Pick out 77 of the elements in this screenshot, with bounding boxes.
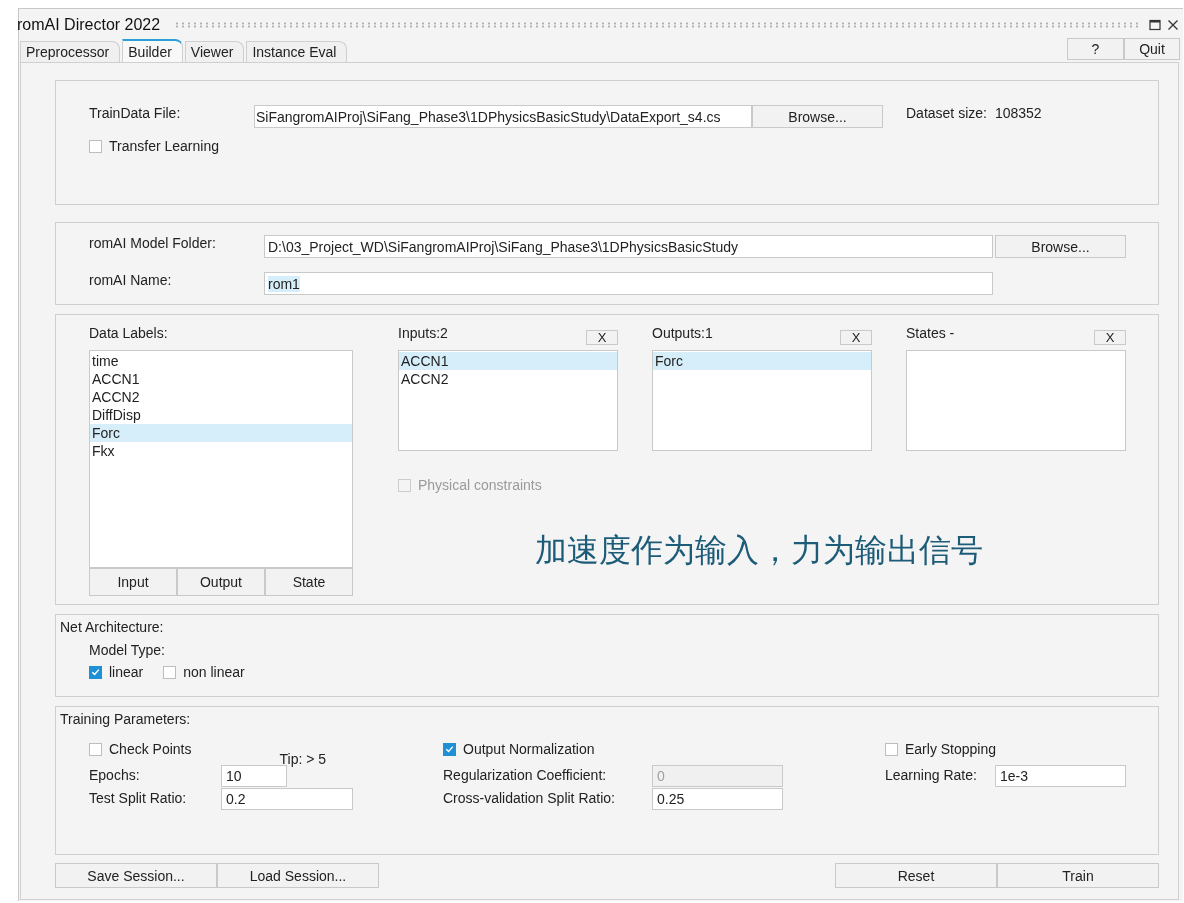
parameter-field[interactable]: 0.25 [652, 788, 783, 810]
field-label: Learning Rate: [885, 766, 978, 783]
assign-button[interactable]: Input [89, 568, 177, 596]
list-item[interactable]: ACCN2 [399, 370, 617, 388]
clear-button[interactable]: X [586, 330, 618, 345]
model-type-checkbox[interactable]: non linear [163, 664, 245, 680]
tab[interactable]: Viewer [184, 41, 245, 62]
checkbox-label: linear [109, 664, 144, 680]
list-item[interactable]: time [90, 352, 352, 370]
checkbox[interactable] [885, 742, 898, 756]
checked-checkbox[interactable] [89, 665, 102, 679]
help-button[interactable]: ? [1067, 38, 1124, 60]
session-button[interactable]: Save Session... [55, 863, 217, 888]
checked-checkbox[interactable] [443, 742, 456, 756]
list-item[interactable]: ACCN1 [90, 370, 352, 388]
checkbox[interactable] [89, 742, 102, 756]
list-item[interactable]: DiffDisp [90, 406, 352, 424]
browse-button[interactable]: Browse... [995, 235, 1126, 258]
assign-button[interactable]: State [265, 568, 353, 596]
window-title: romAI Director 2022 [17, 15, 161, 34]
checkbox[interactable] [163, 665, 177, 679]
model-type-checkbox[interactable]: linear [89, 664, 144, 680]
field-label: Epochs: [89, 766, 141, 783]
section-title: Training Parameters: [60, 711, 192, 727]
field-label: Model Type: [89, 642, 166, 658]
signal-list[interactable]: Forc [652, 350, 872, 451]
parameter-field[interactable]: 1e-3 [995, 765, 1126, 787]
tab[interactable]: Builder [122, 39, 183, 62]
close-icon[interactable] [1167, 18, 1179, 31]
list-item[interactable]: Fkx [90, 442, 352, 460]
transfer-learning-checkbox[interactable]: Transfer Learning [89, 138, 219, 154]
tip-text: Tip: > 5 [279, 751, 327, 767]
checkbox-label: Early Stopping [905, 741, 997, 757]
training-option-checkbox[interactable]: Early Stopping [885, 741, 997, 757]
quit-button[interactable]: Quit [1124, 38, 1180, 60]
field-label: TrainData File: [89, 105, 182, 121]
signal-list[interactable] [906, 350, 1126, 451]
name-field[interactable]: rom1 [264, 272, 993, 295]
field-label: Cross-validation Split Ratio: [443, 789, 616, 806]
parameter-field[interactable]: 0.2 [221, 788, 353, 810]
section-title: Net Architecture: [60, 619, 165, 635]
dataset-size-value: 108352 [994, 105, 1042, 121]
tab[interactable]: Preprocessor [20, 41, 121, 62]
field-label: romAI Name: [89, 272, 173, 288]
field-label: Regularization Coefficient: [443, 766, 608, 783]
parameter-field[interactable]: 10 [221, 765, 287, 787]
field-label: Test Split Ratio: [89, 789, 188, 806]
annotation-text: 加速度作为输入，力为输出信号 [535, 529, 984, 571]
signal-list[interactable]: ACCN1 ACCN2 [398, 350, 618, 451]
assign-button[interactable]: Output [177, 568, 265, 596]
list-title: States - [906, 325, 955, 341]
name-text: rom1 [268, 275, 300, 292]
clear-button[interactable]: X [840, 330, 872, 345]
folder-path-field[interactable]: D:\03_Project_WD\SiFangromAIProj\SiFang_Phase3\1DPhysicsBasicStudy [264, 235, 993, 258]
checkbox-label: non linear [183, 664, 245, 680]
tab[interactable]: Instance Eval [246, 41, 348, 62]
training-option-checkbox[interactable]: Check Points [89, 741, 192, 757]
train-button[interactable]: Train [997, 863, 1159, 888]
list-item[interactable]: ACCN1 [399, 352, 617, 370]
session-button[interactable]: Load Session... [217, 863, 379, 888]
checkbox-label: Check Points [109, 741, 192, 757]
reset-button[interactable]: Reset [835, 863, 997, 888]
list-title: Data Labels: [89, 325, 168, 341]
list-item[interactable]: Forc [653, 352, 871, 370]
field-label: romAI Model Folder: [89, 235, 217, 251]
maximize-icon[interactable] [1149, 18, 1161, 31]
list-item[interactable]: Forc [90, 424, 352, 442]
data-labels-list[interactable]: time ACCN1 ACCN2 DiffDisp Forc Fkx [89, 350, 353, 568]
list-title: Outputs:1 [652, 325, 713, 341]
browse-button[interactable]: Browse... [752, 105, 883, 128]
checkbox[interactable] [89, 139, 102, 153]
file-path-field[interactable]: SiFangromAIProj\SiFang_Phase3\1DPhysicsBasicStudy\DataExport_s4.cs [254, 105, 752, 128]
dataset-size-label: Dataset size: [906, 105, 987, 121]
list-item[interactable]: ACCN2 [90, 388, 352, 406]
list-title: Inputs:2 [398, 325, 448, 341]
checkbox-label: Transfer Learning [109, 138, 219, 154]
clear-button[interactable]: X [1094, 330, 1126, 345]
